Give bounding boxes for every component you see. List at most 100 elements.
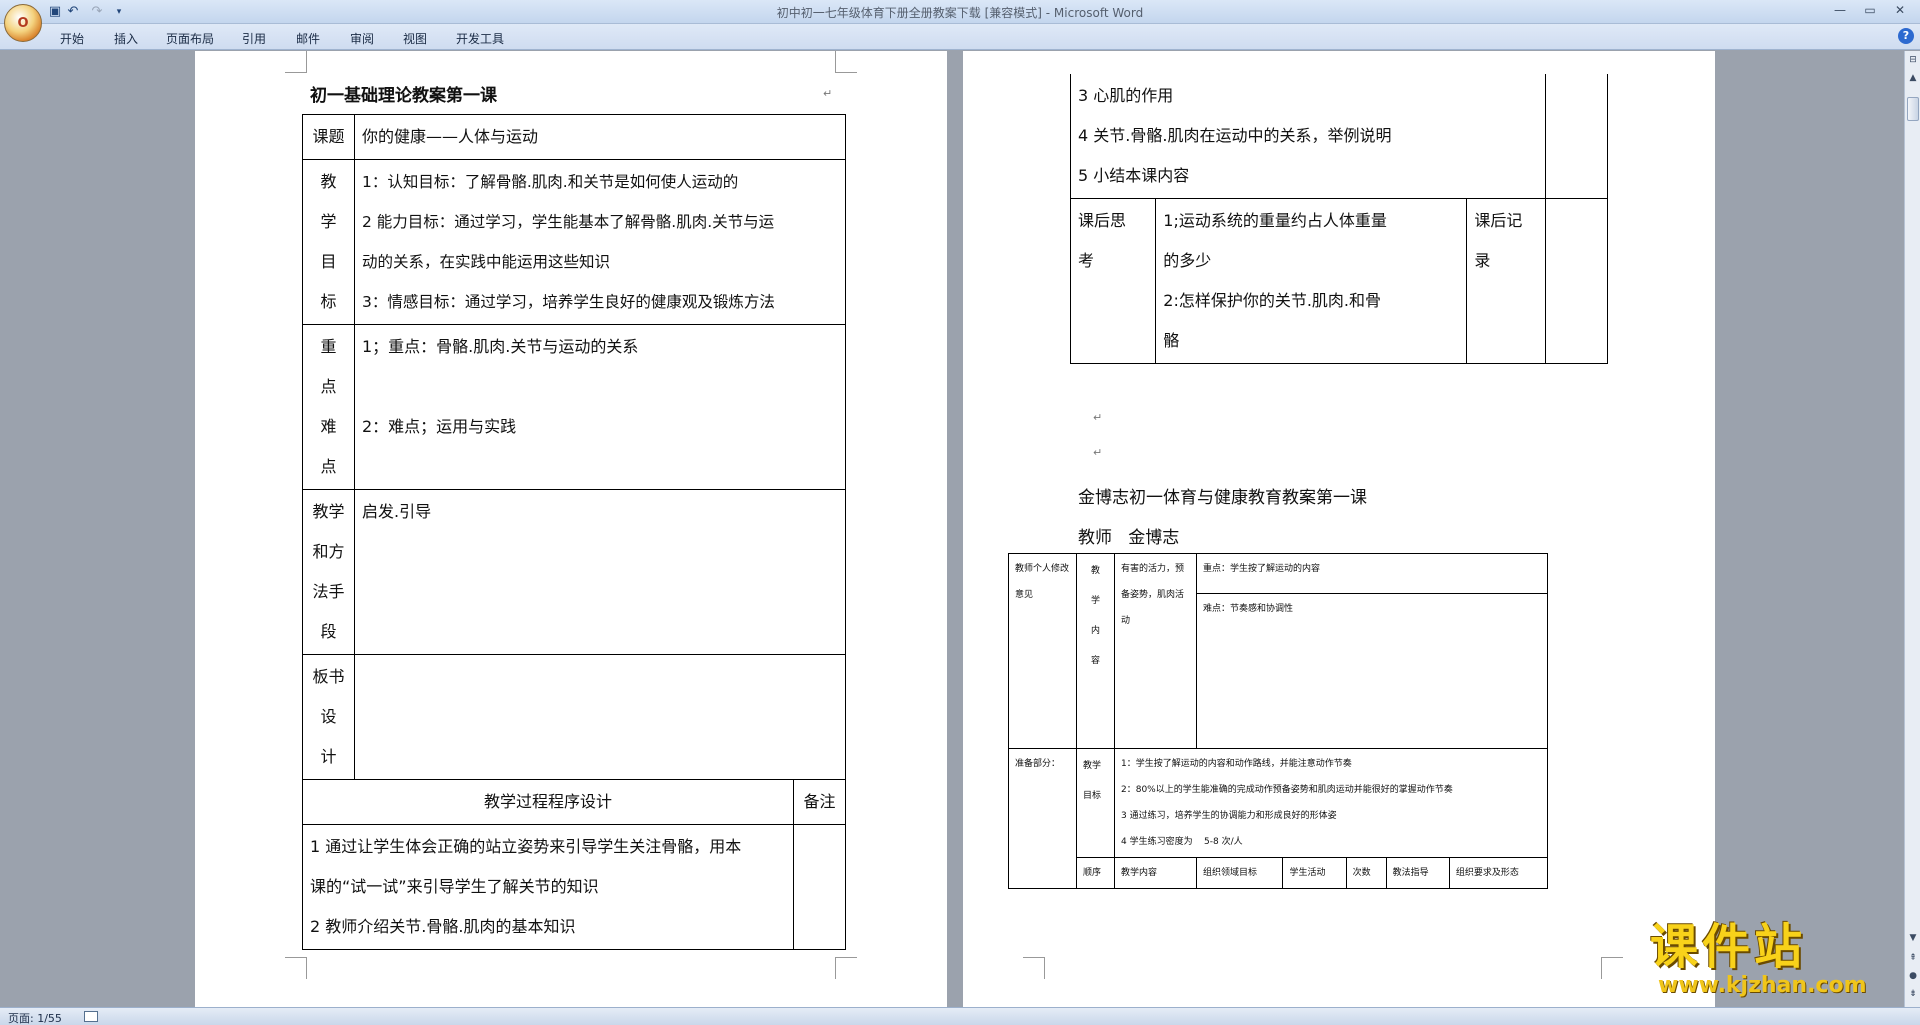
process-line: 4 关节.骨骼.肌肉在运动中的关系，举例说明: [1078, 126, 1392, 145]
crop-mark: [835, 51, 857, 73]
lesson-heading: 初一基础理论教案第一课: [310, 86, 497, 106]
window-title: 初中初一七年级体育下册全册教案下载 [兼容模式] - Microsoft Wor…: [776, 6, 1144, 20]
key-line: [362, 367, 838, 407]
scroll-thumb[interactable]: [1907, 97, 1919, 121]
goal-label: 教学 目标: [1076, 748, 1115, 858]
content-value: 有害的活力，预备姿势，肌肉活动: [1114, 553, 1197, 749]
ruler-toggle-icon[interactable]: ⊟: [1906, 53, 1920, 67]
document-area[interactable]: 初一基础理论教案第一课 ↵ 课题 你的健康——人体与运动 教 学 目 标 1：认…: [0, 51, 1904, 1007]
paragraph-mark: ↵: [823, 87, 833, 100]
ribbon-tabs: 开始 插入 页面布局 引用 邮件 审阅 视图 开发工具 ?: [0, 24, 1920, 50]
board-value: [354, 654, 846, 780]
vertical-scrollbar[interactable]: ⊟ ▲ ▼ ⇞ ● ⇟: [1904, 51, 1920, 1007]
page-1: 初一基础理论教案第一课 ↵ 课题 你的健康——人体与运动 教 学 目 标 1：认…: [195, 51, 947, 1007]
question-line: 1;运动系统的重量约占人体重量: [1163, 211, 1387, 230]
label-char: 板书: [312, 667, 345, 686]
label-char: 标: [320, 292, 337, 311]
page-count[interactable]: 页面: 1/55: [8, 1010, 62, 1025]
label-part: 课后思: [1078, 211, 1127, 230]
teacher-line: 教师 金博志: [1078, 528, 1180, 548]
watermark-logo: 课件站 www.kjzhan.com: [1650, 920, 1900, 1000]
maximize-icon[interactable]: ▭: [1856, 0, 1884, 20]
table-row: 顺序 教学内容 组织领域目标 学生活动 次数 教法指导 组织要求及形态: [1009, 857, 1549, 889]
method-value: 启发.引导: [354, 489, 846, 655]
label-char: 学: [320, 212, 337, 231]
column-header: 组织要求及形态: [1448, 857, 1549, 889]
label-part: 目标: [1083, 791, 1102, 801]
tab-review[interactable]: 审阅: [350, 30, 374, 47]
after-class-label: 课后思 考: [1069, 198, 1157, 364]
label-part: 考: [1078, 251, 1095, 270]
table-row: 准备部分： 教学 目标 1：学生按了解运动的内容和动作路线，并能注意动作节奏 2…: [1008, 748, 1548, 889]
tab-mailings[interactable]: 邮件: [296, 30, 320, 47]
browse-object-icon[interactable]: ●: [1906, 969, 1920, 983]
tab-insert[interactable]: 插入: [114, 30, 138, 47]
scroll-up-icon[interactable]: ▲: [1906, 71, 1920, 85]
question-line: 的多少: [1163, 251, 1212, 270]
tab-page-layout[interactable]: 页面布局: [166, 30, 214, 47]
goal-line: 1：学生按了解运动的内容和动作路线，并能注意动作节奏: [1121, 759, 1352, 769]
goal-line: 4 学生练习密度为 5-8 次/人: [1121, 837, 1243, 847]
crop-mark: [1023, 957, 1045, 979]
label-char: 教: [1090, 566, 1100, 576]
table-row: 教 学 目 标 1：认知目标：了解骨骼.肌肉.和关节是如何使人运动的 2 能力目…: [302, 159, 846, 325]
column-header: 次数: [1345, 857, 1387, 889]
next-page-icon[interactable]: ⇟: [1906, 987, 1920, 1001]
tab-view[interactable]: 视图: [403, 30, 427, 47]
label-char: 设: [320, 707, 337, 726]
content-label: 教 学 内 容: [1076, 553, 1115, 749]
tab-references[interactable]: 引用: [242, 30, 266, 47]
topic-label: 课题: [302, 114, 355, 160]
paragraph-mark: ↵: [1093, 446, 1103, 459]
watermark-url: www.kjzhan.com: [1658, 973, 1867, 998]
continuation-table: 3 心肌的作用 4 关节.骨骼.肌肉在运动中的关系，举例说明 5 小结本课内容 …: [1069, 74, 1609, 364]
page-2: 3 心肌的作用 4 关节.骨骼.肌肉在运动中的关系，举例说明 5 小结本课内容 …: [963, 51, 1715, 1007]
help-icon[interactable]: ?: [1898, 28, 1914, 44]
topic-value: 你的健康——人体与运动: [354, 114, 846, 160]
tab-home[interactable]: 开始: [60, 30, 84, 47]
title-bar: O ▣ ↶ ↷ ▾ 初中初一七年级体育下册全册教案下载 [兼容模式] - Mic…: [0, 0, 1920, 42]
column-header: 学生活动: [1282, 857, 1347, 889]
column-header: 教法指导: [1385, 857, 1450, 889]
process-line: 5 小结本课内容: [1078, 166, 1190, 185]
previous-page-icon[interactable]: ⇞: [1906, 951, 1920, 965]
tab-developer[interactable]: 开发工具: [456, 30, 504, 47]
lesson-plan-table: 课题 你的健康——人体与运动 教 学 目 标 1：认知目标：了解骨骼.肌肉.和关…: [302, 114, 846, 950]
after-class-questions: 1;运动系统的重量约占人体重量 的多少 2:怎样保护你的关节.肌肉.和骨 骼: [1155, 198, 1468, 364]
prep-cell: 准备部分：: [1008, 748, 1077, 889]
method-label: 教学 和方 法手 段: [302, 489, 355, 655]
label-part: 教学: [1083, 761, 1102, 771]
record-label: 课后记 录: [1466, 198, 1546, 364]
goal-line: 2：80%以上的学生能准确的完成动作预备姿势和肌肉运动并能很好的掌握动作节奏: [1121, 785, 1453, 795]
close-icon[interactable]: ✕: [1886, 0, 1914, 20]
minimize-icon[interactable]: —: [1826, 0, 1854, 20]
remark-header: 备注: [793, 779, 846, 825]
label-char: 点: [320, 457, 337, 476]
teacher-opinion-label: 教师个人修改意见: [1015, 564, 1070, 600]
key-line: 2：难点；运用与实践: [362, 417, 517, 436]
key-point-cell: 重点：学生按了解运动的内容: [1196, 553, 1548, 594]
paragraph-mark: ↵: [1093, 411, 1103, 424]
crop-mark: [285, 51, 307, 73]
label-char: 点: [320, 377, 337, 396]
goal-line: 2 能力目标：通过学习，学生能基本了解骨骼.肌肉.关节与运: [362, 213, 775, 231]
proofing-icon[interactable]: [84, 1011, 98, 1022]
goal-line: 3 通过练习，培养学生的协调能力和形成良好的形体姿: [1121, 811, 1337, 821]
label-part: 课后记: [1474, 211, 1523, 230]
process-line: 2 教师介绍关节.骨骼.肌肉的基本知识: [310, 917, 576, 936]
scroll-down-icon[interactable]: ▼: [1906, 931, 1920, 945]
process-line: 3 心肌的作用: [1078, 86, 1174, 105]
teacher-opinion-cell: 教师个人修改意见: [1008, 553, 1077, 749]
process-content: 1 通过让学生体会正确的站立姿势来引导学生关注骨骼，用本 课的“试一试”来引导学…: [302, 824, 794, 950]
label-char: 容: [1090, 656, 1100, 666]
label-char: 重: [320, 337, 337, 356]
goal-line: 1：认知目标：了解骨骼.肌肉.和关节是如何使人运动的: [362, 173, 739, 191]
label-char: 难: [320, 417, 337, 436]
key-line: 1；重点：骨骼.肌肉.关节与运动的关系: [362, 337, 639, 356]
table-row: 教师个人修改意见 教 学 内 容 有害的活力，预备姿势，肌肉活动 重点：学生按了…: [1008, 553, 1548, 749]
continued-lines: 3 心肌的作用 4 关节.骨骼.肌肉在运动中的关系，举例说明 5 小结本课内容: [1070, 74, 1546, 199]
label-char: 法手: [312, 582, 345, 601]
office-button[interactable]: O: [4, 4, 42, 42]
label-char: 学: [1090, 596, 1100, 606]
